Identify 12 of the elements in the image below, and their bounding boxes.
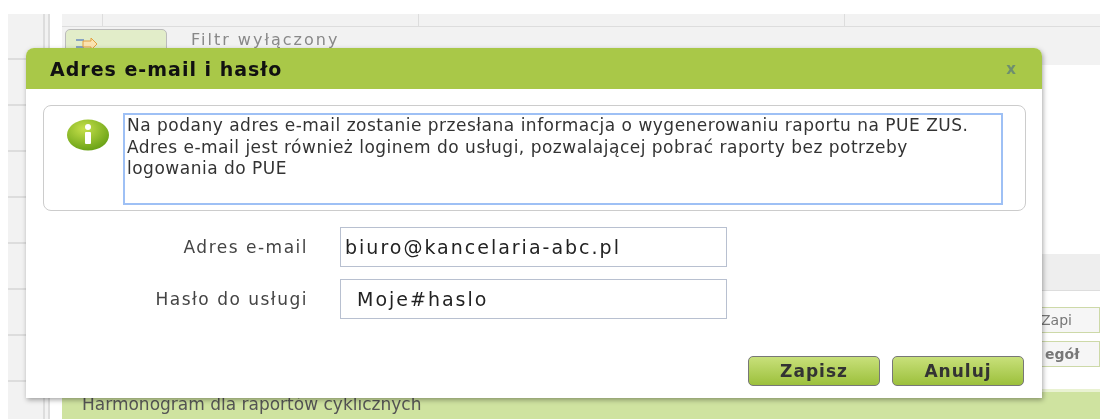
input-field[interactable]: biuro@kancelaria-abc.pl: [340, 227, 727, 267]
field-label: Hasło do usługi: [154, 289, 308, 309]
dialog-button[interactable]: Zapisz: [748, 356, 880, 386]
section-title: Harmonogram dla raportów cyklicznych: [82, 394, 422, 414]
dialog-button[interactable]: Anuluj: [892, 356, 1024, 386]
info-message: Na podany adres e-mail zostanie przesłana informacja o wygenerowaniu raportu na PUE ZUS.: [127, 115, 970, 137]
dialog-title: Adres e-mail i hasło: [50, 57, 283, 80]
info-message: Adres e-mail jest również loginem do usługi, pozwalającej pobrać raporty bez potrzeby logowania do PUE: [127, 136, 909, 180]
input-field[interactable]: Moje#haslo: [340, 279, 727, 319]
filter-status: Filtr wyłączony: [191, 30, 340, 49]
info-icon: [66, 119, 110, 151]
field-label: Adres e-mail: [182, 237, 308, 257]
